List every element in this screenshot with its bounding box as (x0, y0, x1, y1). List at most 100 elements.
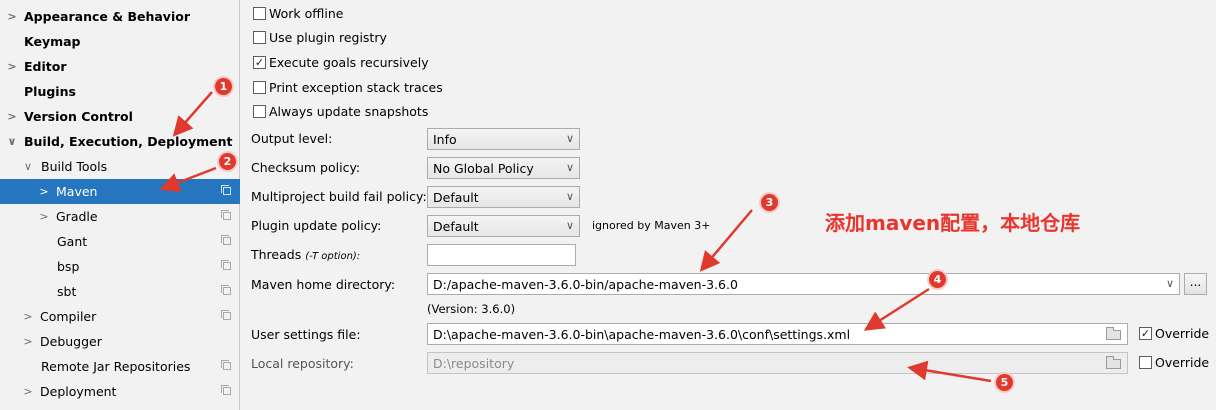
sidebar-item-label: Compiler (40, 309, 97, 324)
chevron-right-icon[interactable]: > (6, 104, 18, 129)
chevron-down-icon[interactable]: ∨ (6, 129, 18, 154)
sidebar-item-label: Appearance & Behavior (24, 9, 190, 24)
chevron-down-icon: ∨ (1165, 277, 1174, 290)
chevron-down-icon[interactable]: ∨ (22, 154, 34, 179)
chevron-right-icon[interactable]: > (22, 304, 34, 329)
user-settings-input[interactable]: D:\apache-maven-3.6.0-bin\apache-maven-3… (427, 323, 1128, 345)
sidebar-item-label: Plugins (24, 84, 76, 99)
use-plugin-registry-checkbox[interactable] (253, 31, 266, 44)
chevron-down-icon: ∨ (565, 132, 574, 145)
sidebar-item-appearance-behavior[interactable]: > Appearance & Behavior (0, 4, 240, 29)
output-level-value: Info (433, 132, 457, 147)
maven-home-browse-button[interactable]: ... (1184, 273, 1207, 295)
annotation-marker-2: 2 (219, 153, 236, 170)
sidebar-item-label: Remote Jar Repositories (41, 359, 191, 374)
project-scope-icon (221, 310, 231, 320)
sidebar-item-label: sbt (57, 284, 77, 299)
sidebar-item-bsp[interactable]: bsp (0, 254, 240, 279)
sidebar-item-maven[interactable]: > Maven (0, 179, 240, 204)
sidebar-item-keymap[interactable]: Keymap (0, 29, 240, 54)
user-settings-override-checkbox[interactable]: ✓ (1139, 327, 1152, 340)
annotation-marker-3: 3 (761, 194, 778, 211)
project-scope-icon (221, 235, 231, 245)
threads-hint: (-T option): (305, 251, 361, 262)
checksum-policy-label: Checksum policy: (251, 160, 361, 175)
work-offline-checkbox[interactable] (253, 7, 266, 20)
project-scope-icon (221, 360, 231, 370)
sidebar-item-plugins[interactable]: Plugins (0, 79, 240, 104)
sidebar-item-label: Debugger (40, 334, 102, 349)
sidebar-item-gradle[interactable]: > Gradle (0, 204, 240, 229)
print-exception-label: Print exception stack traces (269, 80, 443, 95)
folder-icon[interactable] (1106, 327, 1121, 340)
sidebar-item-label: Version Control (24, 109, 133, 124)
print-exception-checkbox[interactable] (253, 81, 266, 94)
chevron-right-icon[interactable]: > (38, 179, 50, 204)
sidebar-item-debugger[interactable]: > Debugger (0, 329, 240, 354)
local-repository-input[interactable]: D:\repository (427, 352, 1128, 374)
chevron-right-icon[interactable]: > (6, 54, 18, 79)
chevron-down-icon: ∨ (565, 161, 574, 174)
always-update-snapshots-checkbox[interactable] (253, 105, 266, 118)
local-repository-override-checkbox[interactable] (1139, 356, 1152, 369)
annotation-text: 添加maven配置，本地仓库 (825, 211, 1081, 235)
sidebar-item-remote-jar-repositories[interactable]: Remote Jar Repositories (0, 354, 240, 379)
work-offline-label: Work offline (269, 6, 344, 21)
chevron-right-icon[interactable]: > (38, 204, 50, 229)
maven-home-label: Maven home directory: (251, 277, 396, 292)
sidebar-item-compiler[interactable]: > Compiler (0, 304, 240, 329)
user-settings-label: User settings file: (251, 327, 361, 342)
plugin-update-policy-label: Plugin update policy: (251, 218, 382, 233)
chevron-right-icon[interactable]: > (22, 379, 34, 404)
output-level-select[interactable]: Info ∨ (427, 128, 580, 150)
maven-home-combo[interactable]: D:/apache-maven-3.6.0-bin/apache-maven-3… (427, 273, 1180, 295)
chevron-right-icon[interactable]: > (22, 329, 34, 354)
sidebar-item-build-tools[interactable]: ∨ Build Tools (0, 154, 240, 179)
annotation-marker-5: 5 (996, 374, 1013, 391)
sidebar-item-editor[interactable]: > Editor (0, 54, 240, 79)
sidebar-item-label: Gradle (56, 209, 98, 224)
maven-settings-panel: Work offline Use plugin registry ✓ Execu… (241, 0, 1216, 410)
chevron-down-icon: ∨ (565, 190, 574, 203)
sidebar-item-label: Maven (56, 184, 98, 199)
project-scope-icon (221, 385, 231, 395)
sidebar-item-label: bsp (57, 259, 80, 274)
sidebar-item-label: Build Tools (41, 159, 108, 174)
sidebar-item-label: Keymap (24, 34, 81, 49)
user-settings-value: D:\apache-maven-3.6.0-bin\apache-maven-3… (433, 327, 851, 342)
sidebar-item-sbt[interactable]: sbt (0, 279, 240, 304)
sidebar-item-label: Deployment (40, 384, 117, 399)
threads-label-text: Threads (251, 247, 302, 262)
checksum-policy-select[interactable]: No Global Policy ∨ (427, 157, 580, 179)
local-repository-override-label: Override (1155, 355, 1210, 370)
execute-goals-recursively-checkbox[interactable]: ✓ (253, 56, 266, 69)
project-scope-icon (221, 210, 231, 220)
multiproject-fail-policy-label: Multiproject build fail policy: (251, 189, 427, 204)
execute-goals-recursively-label: Execute goals recursively (269, 55, 429, 70)
always-update-snapshots-label: Always update snapshots (269, 104, 429, 119)
sidebar-item-label: Build, Execution, Deployment (24, 134, 233, 149)
project-scope-icon (221, 285, 231, 295)
sidebar-item-gant[interactable]: Gant (0, 229, 240, 254)
sidebar-item-deployment[interactable]: > Deployment (0, 379, 240, 404)
sidebar-item-label: Editor (24, 59, 67, 74)
chevron-right-icon[interactable]: > (6, 4, 18, 29)
maven-version-text: (Version: 3.6.0) (427, 302, 516, 316)
sidebar-item-version-control[interactable]: > Version Control (0, 104, 240, 129)
user-settings-override-label: Override (1155, 326, 1210, 341)
plugin-update-note: ignored by Maven 3+ (592, 219, 711, 232)
threads-input[interactable] (427, 244, 576, 266)
annotation-marker-1: 1 (215, 78, 232, 95)
plugin-update-policy-select[interactable]: Default ∨ (427, 215, 580, 237)
checksum-policy-value: No Global Policy (433, 161, 534, 176)
plugin-update-policy-value: Default (433, 219, 479, 234)
folder-icon[interactable] (1106, 356, 1121, 369)
sidebar-item-label: Gant (57, 234, 88, 249)
maven-home-value: D:/apache-maven-3.6.0-bin/apache-maven-3… (433, 277, 738, 292)
threads-label: Threads (-T option): (251, 247, 360, 262)
multiproject-fail-policy-value: Default (433, 190, 479, 205)
local-repository-value: D:\repository (433, 356, 515, 371)
sidebar-item-build-execution-deployment[interactable]: ∨ Build, Execution, Deployment (0, 129, 240, 154)
multiproject-fail-policy-select[interactable]: Default ∨ (427, 186, 580, 208)
use-plugin-registry-label: Use plugin registry (269, 30, 387, 45)
